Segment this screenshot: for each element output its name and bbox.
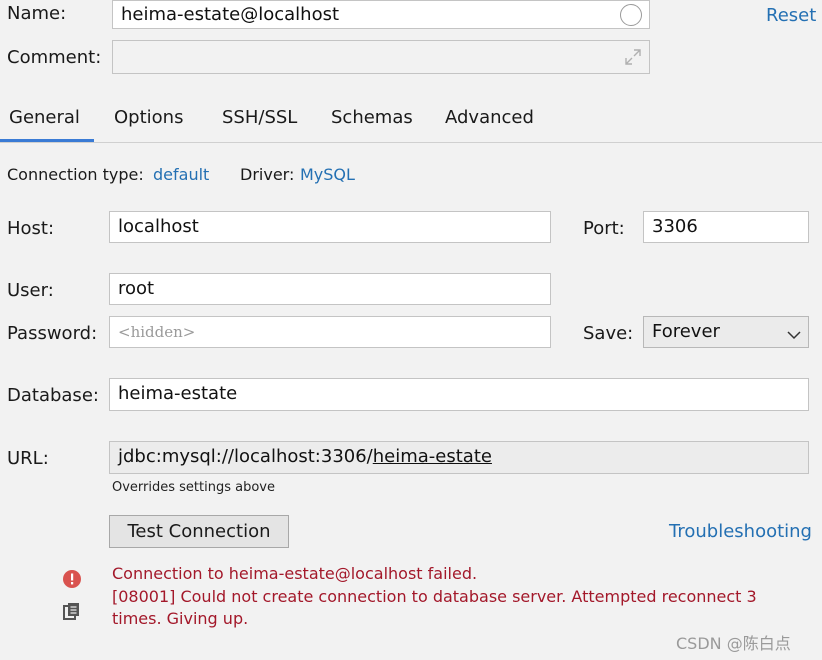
connection-type-label: Connection type:: [7, 165, 144, 184]
save-select[interactable]: Forever: [643, 316, 809, 348]
database-input[interactable]: heima-estate: [109, 378, 809, 411]
reset-link[interactable]: Reset: [766, 5, 816, 26]
password-placeholder: <hidden>: [118, 323, 196, 341]
password-input[interactable]: <hidden>: [109, 316, 551, 348]
port-label: Port:: [583, 218, 625, 239]
url-prefix: jdbc:mysql://localhost:3306/: [118, 446, 373, 467]
save-value: Forever: [652, 321, 720, 342]
driver-link[interactable]: MySQL: [300, 165, 355, 184]
host-label: Host:: [7, 218, 55, 239]
copy-icon[interactable]: [62, 601, 82, 621]
url-note: Overrides settings above: [112, 480, 275, 495]
error-line-3: times. Giving up.: [112, 609, 249, 628]
user-value: root: [118, 278, 155, 299]
database-label: Database:: [7, 385, 99, 406]
url-input[interactable]: jdbc:mysql://localhost:3306/heima-estate: [109, 441, 809, 474]
tab-schemas[interactable]: Schemas: [331, 107, 413, 128]
watermark: CSDN @陈白点: [676, 634, 791, 653]
user-label: User:: [7, 280, 54, 301]
name-input[interactable]: heima-estate@localhost: [112, 0, 650, 29]
host-input[interactable]: localhost: [109, 211, 551, 243]
port-value: 3306: [652, 216, 698, 237]
error-line-1: Connection to heima-estate@localhost fai…: [112, 564, 478, 583]
url-label: URL:: [7, 448, 49, 469]
troubleshooting-link[interactable]: Troubleshooting: [669, 521, 812, 542]
expand-icon[interactable]: [624, 48, 642, 66]
error-line-2: [08001] Could not create connection to d…: [112, 587, 757, 606]
password-label: Password:: [7, 323, 98, 344]
color-circle-icon[interactable]: [620, 4, 642, 26]
port-input[interactable]: 3306: [643, 211, 809, 243]
chevron-down-icon[interactable]: [787, 326, 801, 340]
save-label: Save:: [583, 323, 634, 344]
url-database-part: heima-estate: [372, 446, 492, 467]
test-connection-label: Test Connection: [127, 521, 271, 542]
tab-ssh-ssl[interactable]: SSH/SSL: [222, 107, 297, 128]
tab-advanced[interactable]: Advanced: [445, 107, 534, 128]
tab-general[interactable]: General: [9, 107, 80, 128]
tab-options[interactable]: Options: [114, 107, 183, 128]
name-label: Name:: [7, 3, 67, 24]
comment-input[interactable]: [112, 40, 650, 74]
error-icon: [62, 569, 82, 589]
test-connection-button[interactable]: Test Connection: [109, 515, 289, 548]
comment-label: Comment:: [7, 47, 102, 68]
database-value: heima-estate: [118, 383, 238, 404]
driver-label: Driver:: [240, 165, 295, 184]
name-value: heima-estate@localhost: [121, 4, 340, 25]
host-value: localhost: [118, 216, 199, 237]
user-input[interactable]: root: [109, 273, 551, 305]
tab-divider: [0, 142, 822, 143]
connection-type-link[interactable]: default: [153, 165, 209, 184]
